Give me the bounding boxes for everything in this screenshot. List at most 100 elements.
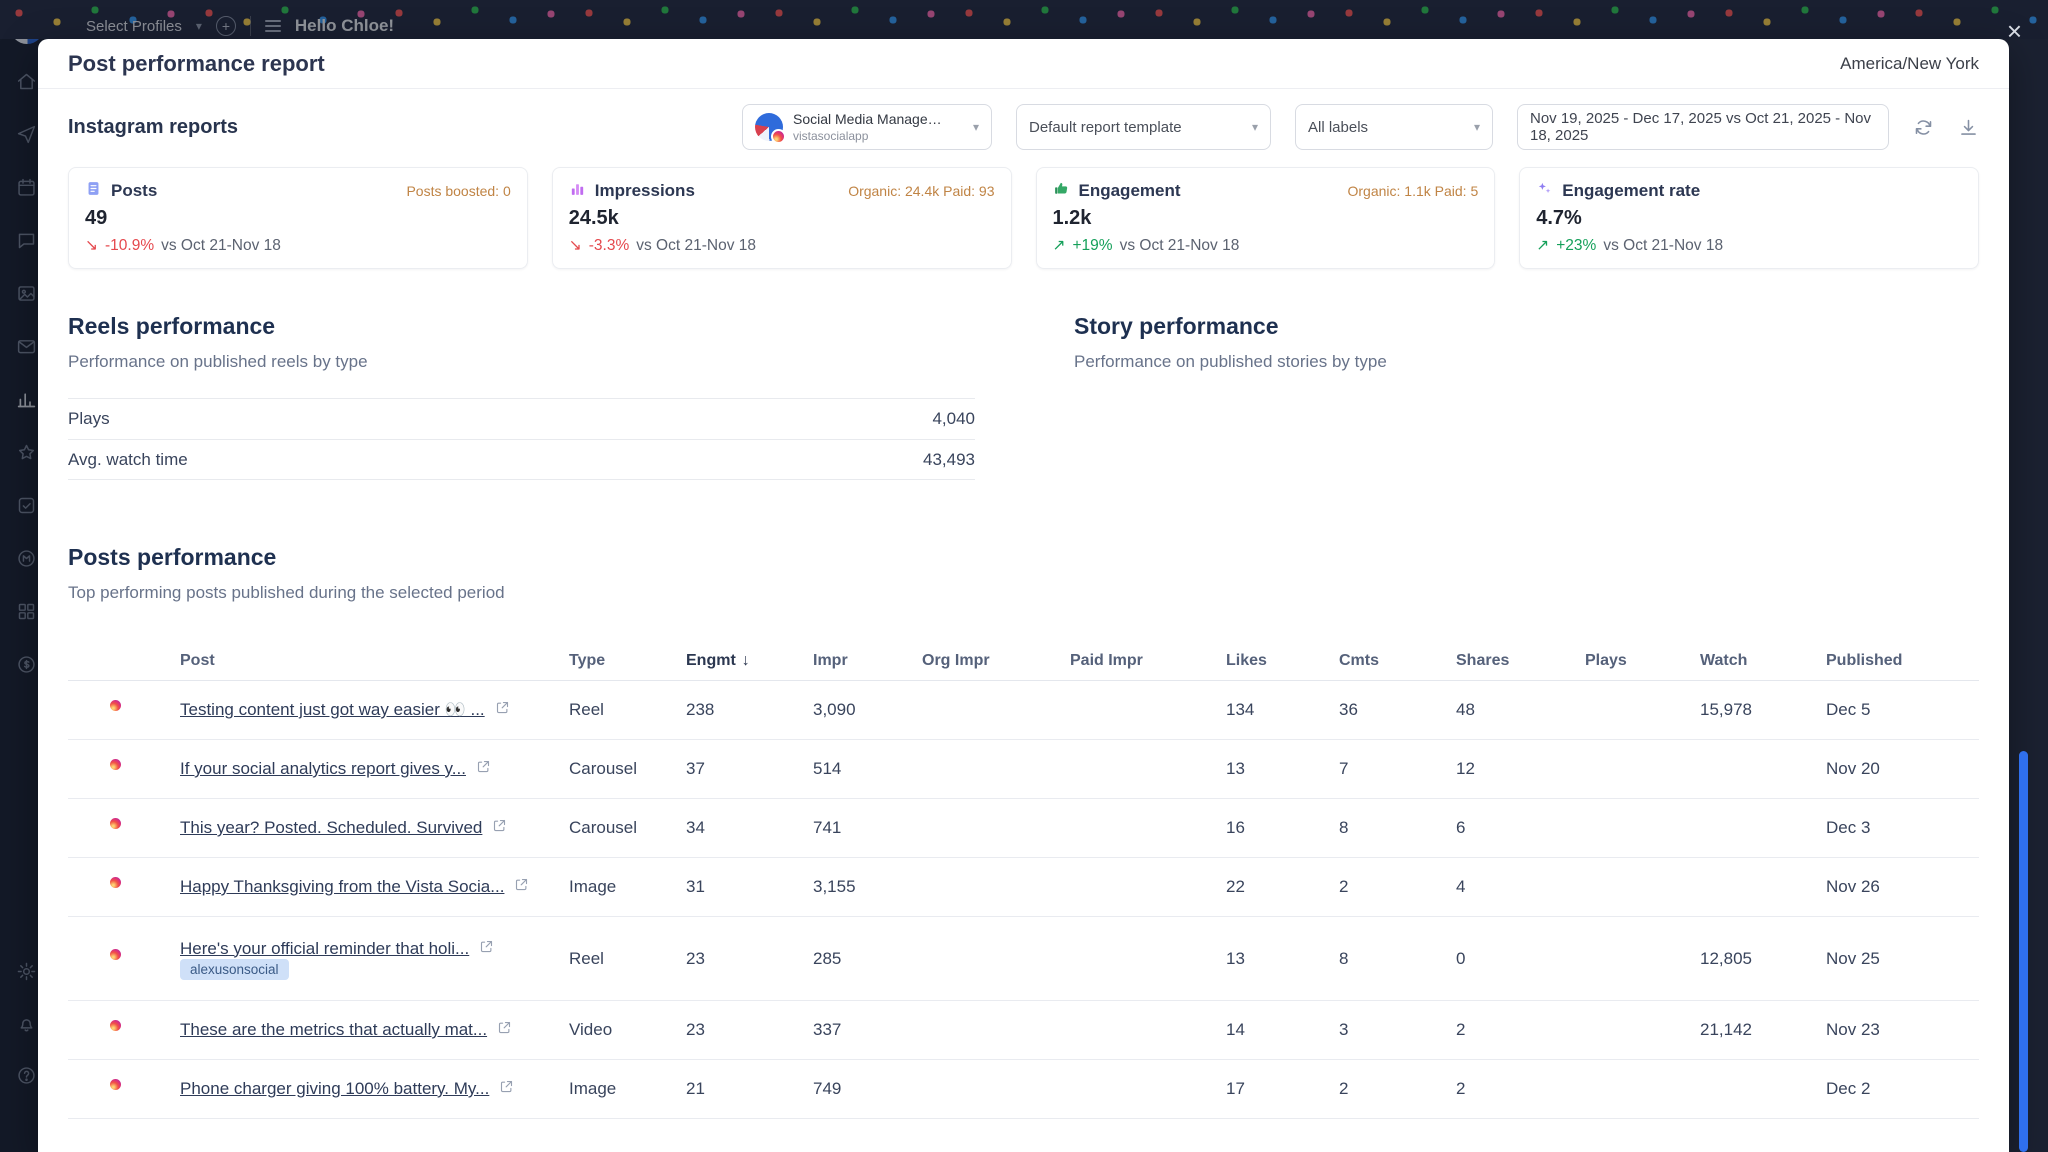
cell-engmt: 37	[686, 759, 813, 779]
instagram-badge-icon	[108, 816, 123, 831]
col-likes[interactable]: Likes	[1226, 652, 1339, 670]
col-paid-impr[interactable]: Paid Impr	[1070, 652, 1226, 670]
refresh-icon[interactable]	[1913, 117, 1934, 138]
stat-secondary: Organic: 1.1k Paid: 5	[1348, 183, 1479, 199]
metric-value: 43,493	[923, 450, 975, 470]
cell-shares: 0	[1456, 949, 1585, 969]
instagram-badge-icon	[108, 875, 123, 890]
cell-shares: 12	[1456, 759, 1585, 779]
stat-title: Engagement	[1079, 181, 1181, 201]
col-plays[interactable]: Plays	[1585, 652, 1700, 670]
close-icon[interactable]: ×	[2007, 18, 2022, 44]
posts-table: Post Type Engmt↓ Impr Org Impr Paid Impr…	[68, 641, 1979, 1119]
cell-impr: 3,090	[813, 700, 922, 720]
stat-card-engagement-rate: Engagement rate 4.7% ↗ +23% vs Oct 21-No…	[1519, 167, 1979, 269]
external-link-icon[interactable]	[514, 877, 529, 897]
timezone-label: America/New York	[1840, 54, 1979, 74]
col-post[interactable]: Post	[180, 652, 569, 670]
col-cmts[interactable]: Cmts	[1339, 652, 1456, 670]
cell-impr: 3,155	[813, 877, 922, 897]
stat-compare: vs Oct 21-Nov 18	[1603, 237, 1723, 255]
reels-performance-section: Reels performance Performance on publish…	[68, 313, 975, 480]
cell-type: Video	[569, 1020, 686, 1040]
report-template-select[interactable]: Default report template ▾	[1016, 104, 1271, 150]
section-title: Reels performance	[68, 313, 975, 340]
cell-watch: 15,978	[1700, 700, 1826, 720]
story-performance-section: Story performance Performance on publish…	[1074, 313, 1979, 480]
cell-shares: 48	[1456, 700, 1585, 720]
posts-icon	[85, 180, 102, 202]
col-org-impr[interactable]: Org Impr	[922, 652, 1070, 670]
post-performance-report-modal: Post performance report America/New York…	[38, 39, 2009, 1152]
table-row: Here's your official reminder that holi.…	[68, 917, 1979, 1001]
cell-impr: 749	[813, 1079, 922, 1099]
cell-cmts: 2	[1339, 1079, 1456, 1099]
external-link-icon[interactable]	[479, 939, 494, 959]
stat-value: 1.2k	[1053, 207, 1479, 230]
stat-compare: vs Oct 21-Nov 18	[161, 237, 281, 255]
profile-select[interactable]: Social Media Management Too... vistasoci…	[742, 104, 992, 150]
cell-cmts: 7	[1339, 759, 1456, 779]
post-link[interactable]: Here's your official reminder that holi.…	[180, 939, 469, 959]
metric-row: Plays 4,040	[68, 398, 975, 439]
stat-value: 24.5k	[569, 207, 995, 230]
cell-cmts: 8	[1339, 949, 1456, 969]
col-published[interactable]: Published	[1826, 652, 1979, 670]
col-shares[interactable]: Shares	[1456, 652, 1585, 670]
download-icon[interactable]	[1958, 117, 1979, 138]
cell-likes: 22	[1226, 877, 1339, 897]
col-type[interactable]: Type	[569, 652, 686, 670]
trend-down-icon: ↘	[85, 236, 98, 255]
post-link[interactable]: Phone charger giving 100% battery. My...	[180, 1079, 489, 1099]
profile-avatar	[755, 113, 783, 141]
stat-card-impressions: Impressions Organic: 24.4k Paid: 93 24.5…	[552, 167, 1012, 269]
stat-title: Engagement rate	[1562, 181, 1700, 201]
stat-compare: vs Oct 21-Nov 18	[636, 237, 756, 255]
cell-cmts: 3	[1339, 1020, 1456, 1040]
metric-value: 4,040	[932, 409, 975, 429]
external-link-icon[interactable]	[499, 1079, 514, 1099]
trend-up-icon: ↗	[1053, 236, 1066, 255]
cell-type: Reel	[569, 949, 686, 969]
cell-type: Carousel	[569, 818, 686, 838]
external-link-icon[interactable]	[476, 759, 491, 779]
external-link-icon[interactable]	[495, 700, 510, 720]
col-engmt[interactable]: Engmt↓	[686, 652, 813, 670]
post-link[interactable]: These are the metrics that actually mat.…	[180, 1020, 487, 1040]
external-link-icon[interactable]	[492, 818, 507, 838]
metric-label: Plays	[68, 409, 110, 429]
cell-published: Nov 26	[1826, 877, 1979, 897]
labels-select[interactable]: All labels ▾	[1295, 104, 1493, 150]
cell-impr: 337	[813, 1020, 922, 1040]
instagram-badge-icon	[771, 129, 786, 144]
stats-row: Posts Posts boosted: 0 49 ↘ -10.9% vs Oc…	[38, 150, 2009, 269]
stat-card-posts: Posts Posts boosted: 0 49 ↘ -10.9% vs Oc…	[68, 167, 528, 269]
post-link[interactable]: If your social analytics report gives y.…	[180, 759, 466, 779]
cell-impr: 741	[813, 818, 922, 838]
modal-header: Post performance report America/New York	[38, 39, 2009, 89]
scrollbar-thumb[interactable]	[2019, 751, 2028, 1152]
post-link[interactable]: This year? Posted. Scheduled. Survived	[180, 818, 482, 838]
cell-engmt: 21	[686, 1079, 813, 1099]
date-range-button[interactable]: Nov 19, 2025 - Dec 17, 2025 vs Oct 21, 2…	[1517, 104, 1889, 150]
stat-value: 49	[85, 207, 511, 230]
col-watch[interactable]: Watch	[1700, 652, 1826, 670]
sort-desc-icon: ↓	[742, 652, 750, 669]
cell-type: Reel	[569, 700, 686, 720]
table-row: Phone charger giving 100% battery. My...…	[68, 1060, 1979, 1119]
external-link-icon[interactable]	[497, 1020, 512, 1040]
chevron-down-icon: ▾	[973, 120, 979, 134]
cell-likes: 13	[1226, 949, 1339, 969]
chevron-down-icon: ▾	[1252, 120, 1258, 134]
post-link[interactable]: Testing content just got way easier 👀 ..…	[180, 700, 485, 720]
cell-published: Nov 25	[1826, 949, 1979, 969]
stat-change: +19%	[1073, 237, 1113, 255]
profile-name: Social Media Management Too...	[793, 111, 951, 127]
stat-compare: vs Oct 21-Nov 18	[1120, 237, 1240, 255]
table-row: Happy Thanksgiving from the Vista Socia.…	[68, 858, 1979, 917]
table-row: These are the metrics that actually mat.…	[68, 1001, 1979, 1060]
col-impr[interactable]: Impr	[813, 652, 922, 670]
post-link[interactable]: Happy Thanksgiving from the Vista Socia.…	[180, 877, 504, 897]
section-subtitle: Top performing posts published during th…	[68, 583, 1979, 603]
profile-handle: vistasocialapp	[793, 129, 951, 143]
